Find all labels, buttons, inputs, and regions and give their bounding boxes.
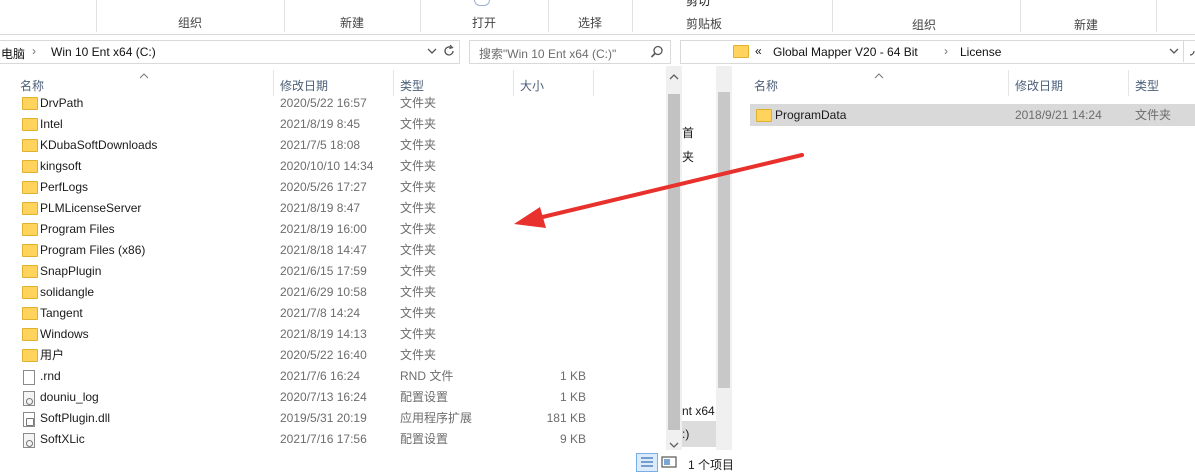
annotation-arrow-shaft [528,153,804,222]
annotation-arrow [514,153,804,228]
annotation-arrow-head [514,207,546,228]
